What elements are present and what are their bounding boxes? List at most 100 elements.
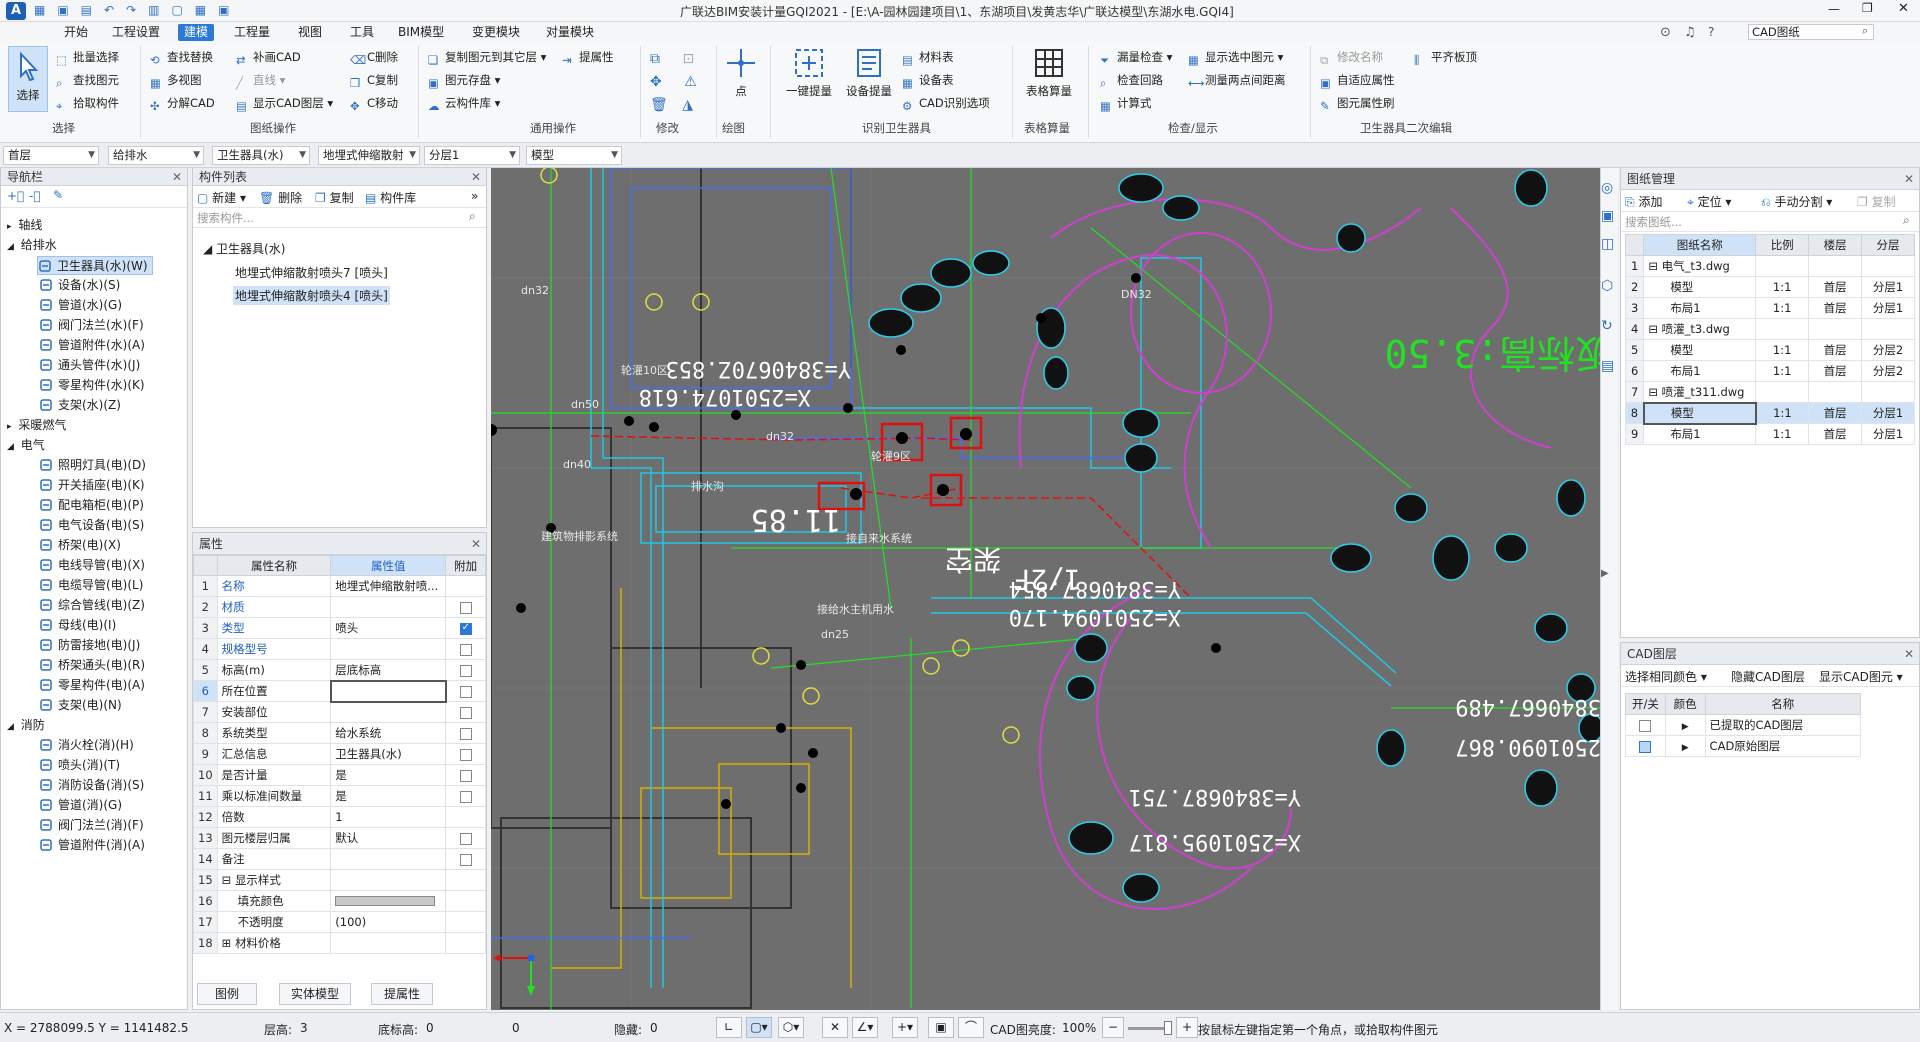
property-row[interactable]: 12 倍数 1 <box>193 806 486 828</box>
minimize-icon[interactable]: — <box>1828 2 1840 16</box>
select-button[interactable]: 选择 <box>8 46 48 112</box>
search-icon[interactable]: ⌕ <box>1903 213 1910 228</box>
sidebar-item[interactable]: 通头管件(水)(J) <box>39 356 140 375</box>
top-search-input[interactable]: CAD图纸 <box>1748 24 1874 40</box>
c-move-button[interactable]: ✥ C移动 <box>350 94 398 113</box>
sidebar-item[interactable]: 电缆导管(电)(L) <box>39 576 143 595</box>
missing-check-button[interactable]: ⏷ 漏量检查 ▾ <box>1100 48 1172 67</box>
property-value[interactable]: 喷头 <box>330 617 447 639</box>
cross-toggle[interactable]: ✕ <box>822 1017 848 1038</box>
menu-quantity[interactable]: 工程量 <box>228 24 276 41</box>
menu-project-settings[interactable]: 工程设置 <box>106 24 166 41</box>
drawing-name[interactable]: ⊟ 电气_t3.dwg <box>1643 255 1757 277</box>
property-row[interactable]: 14 备注 <box>193 848 486 870</box>
drawing-canvas[interactable]: Y=3840670Z.853 X=2501074.618 Y=3840687.8… <box>491 168 1600 1010</box>
expand-right-icon[interactable]: ▶ <box>1682 743 1689 753</box>
locate-button[interactable]: ⌖ 定位 ▾ <box>1687 193 1731 210</box>
drawing-name[interactable]: 模型 <box>1643 276 1757 298</box>
property-value[interactable]: 地埋式伸缩散射喷... <box>330 575 447 597</box>
property-extra[interactable] <box>445 701 486 723</box>
angle-toggle[interactable]: ∠▾ <box>852 1017 878 1038</box>
property-value[interactable]: (100) <box>330 911 447 933</box>
property-row[interactable]: 16 填充颜色 <box>193 890 486 912</box>
property-checkbox[interactable] <box>459 727 472 740</box>
brightness-slider[interactable] <box>1128 1021 1172 1035</box>
pick-component-button[interactable]: ⌖ 拾取构件 <box>56 94 119 113</box>
close-icon[interactable]: ✕ <box>1904 643 1914 665</box>
sidebar-item[interactable]: 卫生器具(水)(W) <box>37 256 153 275</box>
sidebar-item[interactable]: 防雷接地(电)(J) <box>39 636 140 655</box>
property-value[interactable]: 默认 <box>330 827 447 849</box>
layer-color-cell[interactable]: ▶ <box>1664 735 1706 757</box>
menu-bim-model[interactable]: BIM模型 <box>392 24 450 41</box>
copy-to-other-floor-button[interactable]: ❏ 复制图元到其它层 ▾ <box>428 48 546 67</box>
menu-view[interactable]: 视图 <box>292 24 328 41</box>
property-extra[interactable] <box>445 785 486 807</box>
sidebar-item[interactable]: 设备(水)(S) <box>39 276 120 295</box>
property-row[interactable]: 1 名称 地埋式伸缩散射喷... <box>193 575 486 597</box>
close-icon[interactable]: ✕ <box>471 168 481 186</box>
rotate-icon[interactable]: ↻ <box>1601 318 1619 336</box>
cloud-library-button[interactable]: ☁ 云构件库 ▾ <box>428 94 500 113</box>
drawing-name[interactable]: ⊟ 喷灌_t311.dwg <box>1643 381 1757 403</box>
delete-icon[interactable]: 🗑 ◮ <box>650 94 710 117</box>
type-select[interactable]: 卫生器具(水) ▼ <box>212 146 310 165</box>
close-icon[interactable]: ✕ <box>1904 168 1914 190</box>
property-row[interactable]: 11 乘以标准间数量 是 <box>193 785 486 807</box>
drawing-name[interactable]: 布局1 <box>1643 360 1757 382</box>
property-row[interactable]: 10 是否计量 是 <box>193 764 486 786</box>
sidebar-item[interactable]: 照明灯具(电)(D) <box>39 456 146 475</box>
select-same-color-button[interactable]: 选择相同颜色 ▾ <box>1625 668 1707 685</box>
floor-select[interactable]: 首层 ▼ <box>3 146 99 165</box>
property-checkbox[interactable] <box>459 643 472 656</box>
sidebar-item[interactable]: 综合管线(电)(Z) <box>39 596 145 615</box>
drawing-name[interactable]: 模型 <box>1643 339 1757 361</box>
discipline-select[interactable]: 给排水 ▼ <box>108 146 204 165</box>
sidebar-item[interactable]: 消防设备(消)(S) <box>39 776 144 795</box>
sidebar-item[interactable]: 消火栓(消)(H) <box>39 736 134 755</box>
property-extra[interactable] <box>445 680 486 702</box>
property-checkbox[interactable] <box>459 622 472 635</box>
rename-button[interactable]: ⧉ 修改名称 <box>1320 48 1383 67</box>
expand-icon[interactable]: ⊞ <box>222 936 235 950</box>
sidebar-item[interactable]: 桥架(电)(X) <box>39 536 121 555</box>
property-checkbox[interactable] <box>459 706 472 719</box>
modify-tools[interactable]: ⧉ ⊡ ✥ ⚠ 🗑 ◮ <box>650 48 710 117</box>
property-extra[interactable] <box>445 596 486 618</box>
component-search-input[interactable]: 搜索构件... <box>197 210 254 226</box>
screen-toggle[interactable]: ▣ <box>928 1017 954 1038</box>
multi-view-button[interactable]: ▦ 多视图 <box>150 71 202 90</box>
add-icon[interactable]: +⃞ <box>7 189 24 203</box>
cad-layer-row[interactable]: ▶ 已提取的CAD图层 <box>1625 714 1862 736</box>
component-item-selected[interactable]: 地埋式伸缩散射喷头4 [喷头] <box>233 286 390 305</box>
user-icon[interactable]: ⊙ <box>1660 25 1671 40</box>
view-top-icon[interactable]: ◫ <box>1601 236 1619 254</box>
property-value[interactable] <box>329 679 447 703</box>
show-cad-element-button[interactable]: 显示CAD图元 ▾ <box>1819 668 1903 685</box>
show-cad-layer-button[interactable]: ▤ 显示CAD图层 ▾ <box>236 94 333 113</box>
new-component-button[interactable]: ▢ 新建 ▾ <box>197 189 246 206</box>
property-row[interactable]: 13 图元楼层归属 默认 <box>193 827 486 849</box>
property-value[interactable]: 是 <box>330 785 447 807</box>
property-row[interactable]: 6 所在位置 <box>193 679 486 703</box>
sublayer-select[interactable]: 分层1 ▼ <box>424 146 520 165</box>
close-icon[interactable]: ✕ <box>172 168 182 186</box>
property-value[interactable]: 给水系统 <box>330 722 447 744</box>
sidebar-item[interactable]: 管道附件(水)(A) <box>39 336 145 355</box>
property-row[interactable]: 2 材质 <box>193 596 486 618</box>
drawing-row[interactable]: 3 布局1 1:1 首层 分层1 <box>1624 297 1915 319</box>
expand-down-icon[interactable]: ◢ <box>7 242 17 252</box>
drawing-row[interactable]: 5 模型 1:1 首层 分层2 <box>1624 339 1915 361</box>
line-button[interactable]: ╱ 直线 ▾ <box>236 71 285 90</box>
slider-handle[interactable] <box>1164 1021 1172 1035</box>
property-row[interactable]: 4 规格型号 <box>193 638 486 660</box>
property-checkbox[interactable] <box>459 664 472 677</box>
collapse-icon[interactable]: ⊟ <box>222 873 235 887</box>
align-top-button[interactable]: ⫼ 平齐板顶 <box>1414 48 1477 67</box>
view-3d-icon[interactable]: ▣ <box>1601 208 1619 226</box>
batch-select-button[interactable]: ⬚ 批量选择 <box>56 48 119 67</box>
measure-distance-button[interactable]: ⟷测量两点间距离 <box>1188 71 1286 90</box>
component-item[interactable]: 地埋式伸缩散射喷头7 [喷头] <box>235 264 388 281</box>
drawing-row[interactable]: 2 模型 1:1 首层 分层1 <box>1624 276 1915 298</box>
menu-change-module[interactable]: 变更模块 <box>466 24 526 41</box>
